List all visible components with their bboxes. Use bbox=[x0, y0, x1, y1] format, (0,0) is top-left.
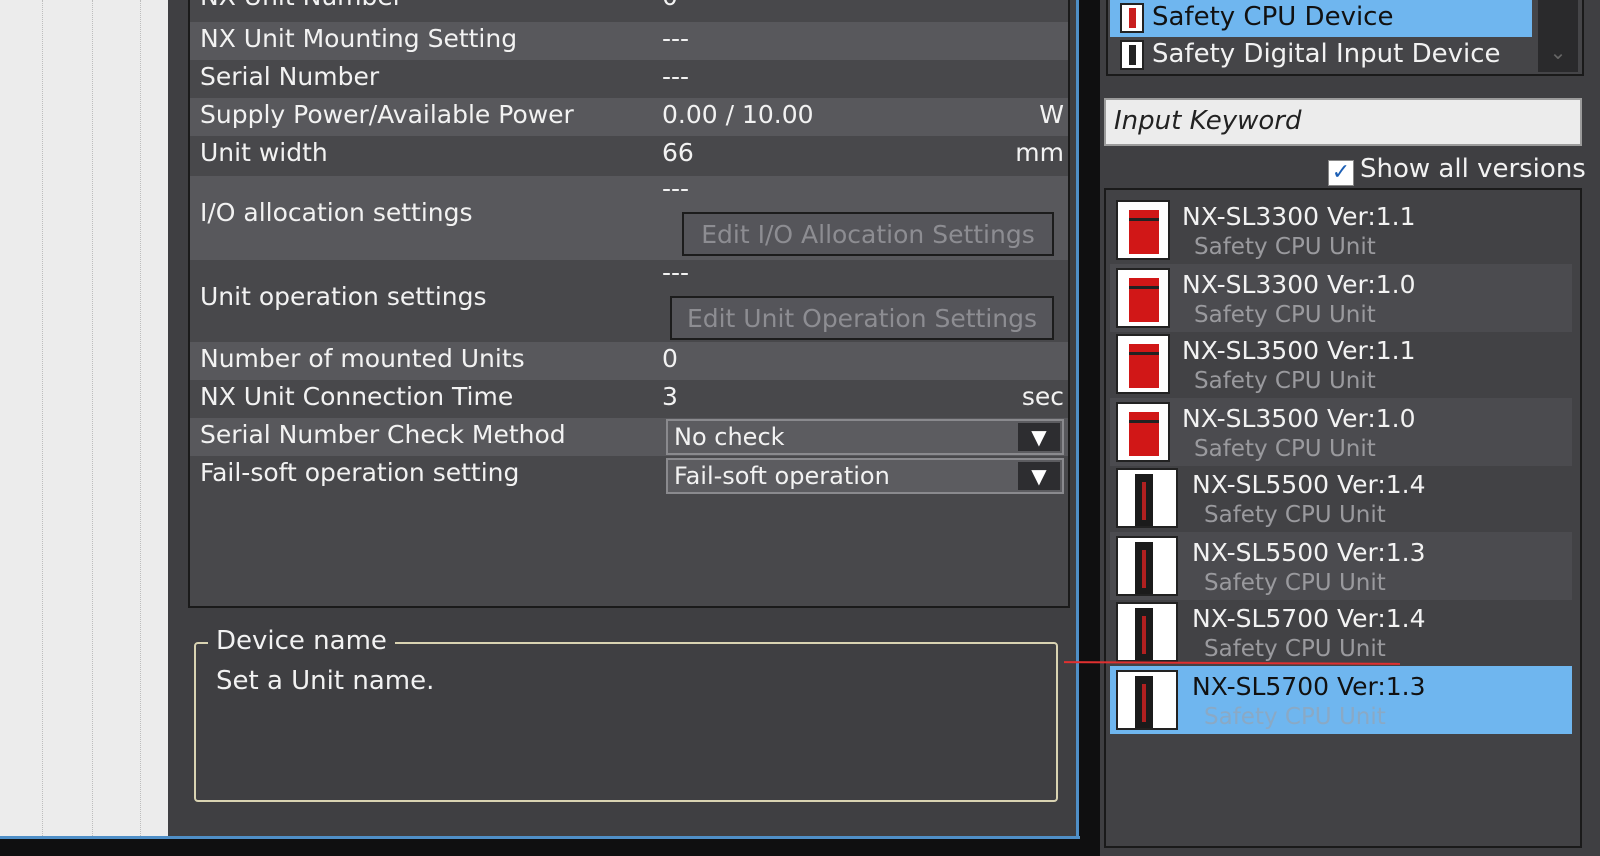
category-label: Safety Digital Input Device bbox=[1152, 39, 1501, 69]
property-value[interactable]: 3 bbox=[662, 382, 678, 411]
pane-border bbox=[1076, 0, 1079, 836]
unit-list-item[interactable]: NX-SL3300 Ver:1.1 Safety CPU Unit bbox=[1110, 196, 1572, 264]
property-label: I/O allocation settings bbox=[200, 198, 473, 227]
safety-cpu-icon bbox=[1116, 268, 1170, 328]
property-label: Supply Power/Available Power bbox=[200, 100, 574, 129]
unit-list-item[interactable]: NX-SL5500 Ver:1.3 Safety CPU Unit bbox=[1110, 532, 1572, 600]
fail-soft-select[interactable]: Fail-soft operation ▼ bbox=[666, 458, 1064, 494]
safety-cpu-icon bbox=[1116, 536, 1178, 596]
property-value: --- bbox=[662, 174, 690, 203]
unit-list-item[interactable]: NX-SL3500 Ver:1.1 Safety CPU Unit bbox=[1110, 330, 1572, 398]
scrollbar[interactable]: ⌄ bbox=[1538, 0, 1578, 72]
grid-line bbox=[140, 0, 141, 836]
group-description: Set a Unit name. bbox=[216, 666, 435, 696]
property-value[interactable]: --- bbox=[662, 24, 689, 53]
dropdown-arrow-icon[interactable]: ▼ bbox=[1018, 462, 1060, 490]
select-value: Fail-soft operation bbox=[674, 462, 890, 490]
unit-type: Safety CPU Unit bbox=[1204, 502, 1386, 528]
serial-check-select[interactable]: No check ▼ bbox=[666, 419, 1064, 455]
unit-name: NX-SL5500 Ver:1.4 bbox=[1192, 470, 1426, 499]
unit-list-item[interactable]: NX-SL3300 Ver:1.0 Safety CPU Unit bbox=[1110, 264, 1572, 332]
property-row: NX Unit Connection Time 3 sec bbox=[190, 380, 1068, 418]
property-grid: NX Unit Number 0 NX Unit Mounting Settin… bbox=[188, 0, 1070, 608]
unit-type: Safety CPU Unit bbox=[1204, 636, 1386, 662]
unit-type: Safety CPU Unit bbox=[1204, 704, 1386, 730]
unit-name: NX-SL5700 Ver:1.4 bbox=[1192, 604, 1426, 633]
edit-io-allocation-button[interactable]: Edit I/O Allocation Settings bbox=[682, 212, 1054, 256]
show-all-versions-checkbox[interactable]: ✓ Show all versions bbox=[1328, 154, 1586, 186]
safety-device-icon bbox=[1120, 3, 1144, 33]
property-row: Number of mounted Units 0 bbox=[190, 342, 1068, 380]
unit-name: NX-SL3300 Ver:1.0 bbox=[1182, 270, 1416, 299]
category-list: Safety CPU Device Safety Digital Input D… bbox=[1106, 0, 1584, 76]
property-unit: sec bbox=[1021, 382, 1064, 411]
property-label: Fail-soft operation setting bbox=[200, 458, 520, 487]
unit-list: NX-SL3300 Ver:1.1 Safety CPU Unit NX-SL3… bbox=[1104, 188, 1582, 848]
group-title: Device name bbox=[208, 626, 395, 656]
property-row: Supply Power/Available Power 0.00 / 10.0… bbox=[190, 98, 1068, 136]
safety-cpu-icon bbox=[1116, 670, 1178, 730]
dropdown-arrow-icon[interactable]: ▼ bbox=[1018, 423, 1060, 451]
property-label: Serial Number bbox=[200, 62, 380, 91]
chevron-down-icon[interactable]: ⌄ bbox=[1544, 40, 1572, 68]
unit-name: NX-SL3300 Ver:1.1 bbox=[1182, 202, 1416, 231]
layout-canvas bbox=[0, 0, 168, 836]
unit-type: Safety CPU Unit bbox=[1204, 570, 1386, 596]
property-value[interactable]: --- bbox=[662, 62, 689, 91]
property-value[interactable]: 0 bbox=[662, 344, 678, 373]
unit-type: Safety CPU Unit bbox=[1194, 436, 1376, 462]
property-value[interactable]: 66 bbox=[662, 138, 694, 167]
property-row: Serial Number Check Method No check ▼ bbox=[190, 418, 1068, 456]
property-value: --- bbox=[662, 258, 690, 287]
device-name-group: Device name Set a Unit name. bbox=[194, 626, 1058, 802]
grid-line bbox=[42, 0, 43, 836]
checkbox-label: Show all versions bbox=[1360, 154, 1586, 184]
property-row: Unit width 66 mm bbox=[190, 136, 1068, 176]
unit-type: Safety CPU Unit bbox=[1194, 234, 1376, 260]
property-row: NX Unit Number 0 bbox=[190, 0, 1068, 22]
property-label: Number of mounted Units bbox=[200, 344, 525, 373]
safety-cpu-icon bbox=[1116, 602, 1178, 662]
property-row: Serial Number --- bbox=[190, 60, 1068, 98]
property-label: NX Unit Connection Time bbox=[200, 382, 514, 411]
category-item[interactable]: Safety CPU Device bbox=[1110, 0, 1532, 37]
safety-cpu-icon bbox=[1116, 334, 1170, 394]
safety-cpu-icon bbox=[1116, 200, 1170, 260]
keyword-search-input[interactable]: Input Keyword bbox=[1104, 98, 1582, 146]
unit-list-item-selected[interactable]: NX-SL5700 Ver:1.3 Safety CPU Unit bbox=[1110, 666, 1572, 734]
safety-cpu-icon bbox=[1116, 468, 1178, 528]
property-value[interactable]: 0 bbox=[662, 0, 678, 11]
property-label: Unit operation settings bbox=[200, 282, 487, 311]
property-row: NX Unit Mounting Setting --- bbox=[190, 22, 1068, 60]
unit-name: NX-SL3500 Ver:1.0 bbox=[1182, 404, 1416, 433]
safety-input-icon bbox=[1120, 40, 1144, 70]
property-row: Fail-soft operation setting Fail-soft op… bbox=[190, 456, 1068, 494]
category-item[interactable]: Safety Digital Input Device bbox=[1110, 37, 1532, 74]
property-label: Unit width bbox=[200, 138, 328, 167]
property-label: NX Unit Number bbox=[200, 0, 403, 11]
unit-type: Safety CPU Unit bbox=[1194, 302, 1376, 328]
unit-name: NX-SL3500 Ver:1.1 bbox=[1182, 336, 1416, 365]
pane-border bbox=[0, 836, 1080, 839]
property-unit: mm bbox=[1015, 138, 1064, 167]
safety-cpu-icon bbox=[1116, 402, 1170, 462]
unit-name: NX-SL5500 Ver:1.3 bbox=[1192, 538, 1426, 567]
checkmark-icon[interactable]: ✓ bbox=[1328, 160, 1354, 186]
unit-name: NX-SL5700 Ver:1.3 bbox=[1192, 672, 1426, 701]
property-row: I/O allocation settings --- Edit I/O All… bbox=[190, 174, 1068, 260]
select-value: No check bbox=[674, 423, 785, 451]
property-label: Serial Number Check Method bbox=[200, 420, 566, 449]
property-row: Unit operation settings --- Edit Unit Op… bbox=[190, 258, 1068, 342]
property-value[interactable]: 0.00 / 10.00 bbox=[662, 100, 814, 129]
property-unit: W bbox=[1039, 100, 1064, 129]
category-label: Safety CPU Device bbox=[1152, 2, 1394, 32]
unit-list-item[interactable]: NX-SL5500 Ver:1.4 Safety CPU Unit bbox=[1110, 464, 1572, 532]
property-label: NX Unit Mounting Setting bbox=[200, 24, 518, 53]
grid-line bbox=[92, 0, 93, 836]
unit-list-item[interactable]: NX-SL5700 Ver:1.4 Safety CPU Unit bbox=[1110, 598, 1572, 666]
unit-list-item[interactable]: NX-SL3500 Ver:1.0 Safety CPU Unit bbox=[1110, 398, 1572, 466]
unit-type: Safety CPU Unit bbox=[1194, 368, 1376, 394]
edit-unit-operation-button[interactable]: Edit Unit Operation Settings bbox=[670, 296, 1054, 340]
